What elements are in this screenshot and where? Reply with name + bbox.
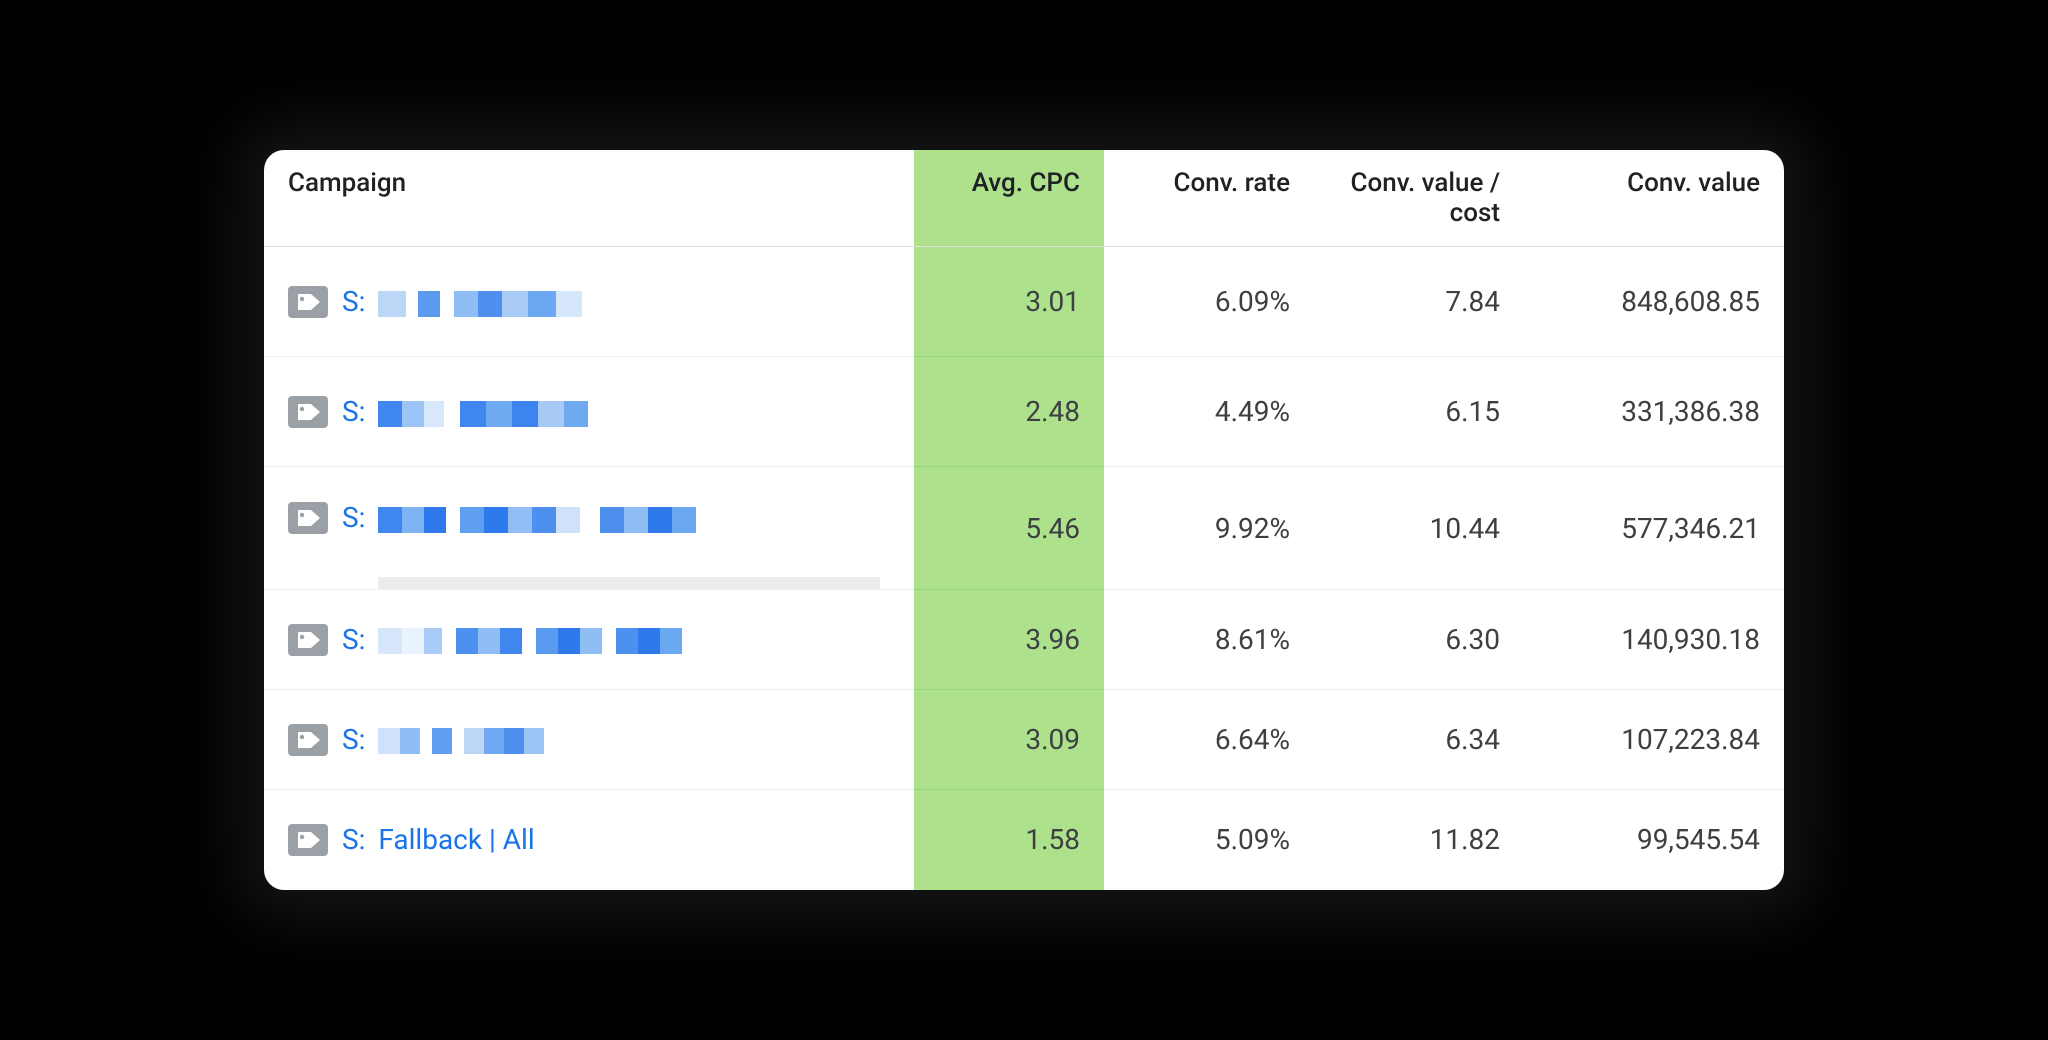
cell-avg-cpc: 3.96 (914, 590, 1104, 690)
table-row: S: 3.09 6.64% 6.34 107,223.84 (264, 690, 1784, 790)
cell-conv-rate: 8.61% (1104, 590, 1314, 690)
table-row: S: 3.01 6.09% 7.84 848,608.85 (264, 247, 1784, 357)
redacted-text (378, 399, 618, 429)
cell-conv-value-cost: 6.34 (1314, 690, 1524, 790)
cell-avg-cpc: 2.48 (914, 357, 1104, 467)
table-header-row: Campaign Avg. CPC Conv. rate Conv. value… (264, 150, 1784, 247)
campaign-name: Fallback | All (378, 823, 534, 856)
campaign-link[interactable]: S: (342, 501, 778, 535)
campaign-table: Campaign Avg. CPC Conv. rate Conv. value… (264, 150, 1784, 889)
campaign-prefix: S: (342, 723, 365, 756)
campaign-prefix: S: (342, 823, 365, 856)
cell-avg-cpc: 5.46 (914, 467, 1104, 590)
cell-campaign: S: (264, 590, 914, 690)
cell-conv-value: 99,545.54 (1524, 790, 1784, 890)
cell-conv-value: 140,930.18 (1524, 590, 1784, 690)
campaign-table-card: Campaign Avg. CPC Conv. rate Conv. value… (264, 150, 1784, 889)
tag-icon (288, 286, 328, 318)
table-row: S: 3.96 8.61% 6.30 140,930.18 (264, 590, 1784, 690)
campaign-link[interactable]: S: (342, 623, 758, 657)
cell-conv-value: 577,346.21 (1524, 467, 1784, 590)
cell-avg-cpc: 1.58 (914, 790, 1104, 890)
cell-conv-rate: 6.09% (1104, 247, 1314, 357)
cell-avg-cpc: 3.09 (914, 690, 1104, 790)
redacted-text (378, 505, 778, 535)
tag-icon (288, 502, 328, 534)
cell-conv-value: 331,386.38 (1524, 357, 1784, 467)
cell-conv-rate: 4.49% (1104, 357, 1314, 467)
cell-campaign: S: (264, 247, 914, 357)
sub-metric-bar (378, 577, 880, 589)
campaign-prefix: S: (342, 501, 365, 534)
col-header-conv-value-cost[interactable]: Conv. value / cost (1314, 150, 1524, 247)
cell-conv-value-cost: 6.30 (1314, 590, 1524, 690)
col-header-avg-cpc[interactable]: Avg. CPC (914, 150, 1104, 247)
cell-conv-value: 848,608.85 (1524, 247, 1784, 357)
campaign-link[interactable]: S: (342, 395, 618, 429)
tag-icon (288, 624, 328, 656)
redacted-text (378, 726, 588, 756)
tag-icon (288, 824, 328, 856)
redacted-text (378, 289, 598, 319)
cell-conv-value-cost: 11.82 (1314, 790, 1524, 890)
cell-conv-value-cost: 7.84 (1314, 247, 1524, 357)
cell-conv-value-cost: 10.44 (1314, 467, 1524, 590)
tag-icon (288, 724, 328, 756)
campaign-link[interactable]: S: Fallback | All (342, 823, 535, 856)
col-header-conv-rate[interactable]: Conv. rate (1104, 150, 1314, 247)
cell-conv-value-cost: 6.15 (1314, 357, 1524, 467)
cell-conv-value: 107,223.84 (1524, 690, 1784, 790)
table-row: S: 5.46 9.92% 10.44 577,346.21 (264, 467, 1784, 590)
table-row: S: 2.48 4.49% 6.15 331,386.38 (264, 357, 1784, 467)
cell-avg-cpc: 3.01 (914, 247, 1104, 357)
cell-campaign: S: (264, 357, 914, 467)
cell-campaign: S: (264, 690, 914, 790)
cell-conv-rate: 5.09% (1104, 790, 1314, 890)
campaign-link[interactable]: S: (342, 723, 588, 757)
cell-conv-rate: 6.64% (1104, 690, 1314, 790)
campaign-prefix: S: (342, 285, 365, 318)
table-row: S: Fallback | All 1.58 5.09% 11.82 99,54… (264, 790, 1784, 890)
col-header-conv-value[interactable]: Conv. value (1524, 150, 1784, 247)
col-header-campaign[interactable]: Campaign (264, 150, 914, 247)
cell-conv-rate: 9.92% (1104, 467, 1314, 590)
redacted-text (378, 626, 758, 656)
campaign-prefix: S: (342, 395, 365, 428)
tag-icon (288, 396, 328, 428)
campaign-link[interactable]: S: (342, 285, 598, 319)
cell-campaign: S: Fallback | All (264, 790, 914, 890)
campaign-prefix: S: (342, 623, 365, 656)
cell-campaign: S: (264, 467, 914, 590)
